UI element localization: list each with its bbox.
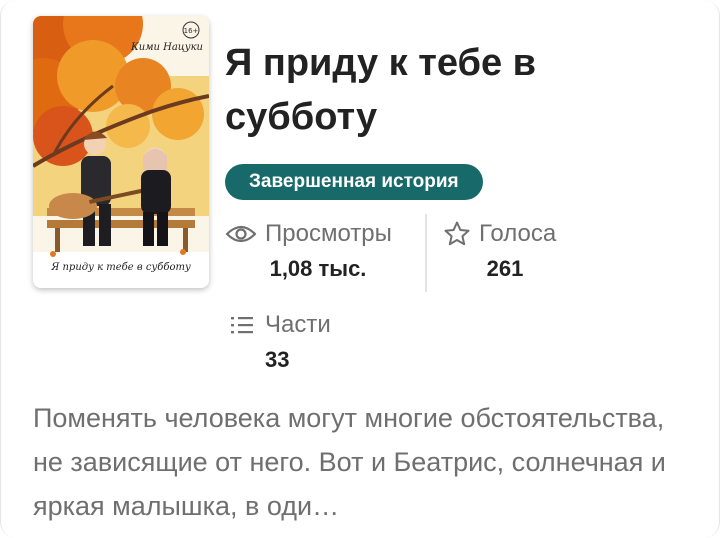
views-stat: Просмотры 1,08 тыс.	[225, 216, 411, 282]
eye-icon	[225, 225, 257, 243]
views-label: Просмотры	[265, 220, 392, 247]
story-title: Я приду к тебе в субботу	[225, 42, 537, 138]
star-icon	[444, 221, 470, 246]
cover-author-caption: Кими Нацуки	[130, 42, 203, 53]
parts-count: 33	[265, 347, 290, 372]
votes-count: 261	[486, 256, 524, 281]
story-card: 16+ Кими Нацуки Я приду к тебе в субботу…	[0, 0, 720, 538]
age-rating: 16+	[184, 27, 199, 35]
book-cover-image[interactable]: 16+ Кими Нацуки Я приду к тебе в субботу	[33, 16, 209, 288]
story-description[interactable]: Поменять человека могут многие обстоятел…	[33, 396, 693, 528]
cover-illustration: 16+ Кими Нацуки Я приду к тебе в субботу	[33, 16, 209, 288]
completed-status-badge: Завершенная история	[225, 164, 483, 200]
votes-label: Голоса	[479, 220, 557, 247]
parts-label: Части	[265, 311, 331, 338]
views-count: 1,08 тыс.	[269, 256, 367, 281]
list-icon	[231, 317, 253, 334]
stats-divider	[425, 214, 427, 292]
votes-stat: Голоса 261	[443, 216, 567, 282]
parts-stat: Части 33	[229, 307, 349, 373]
cover-title-caption: Я приду к тебе в субботу	[50, 262, 191, 273]
